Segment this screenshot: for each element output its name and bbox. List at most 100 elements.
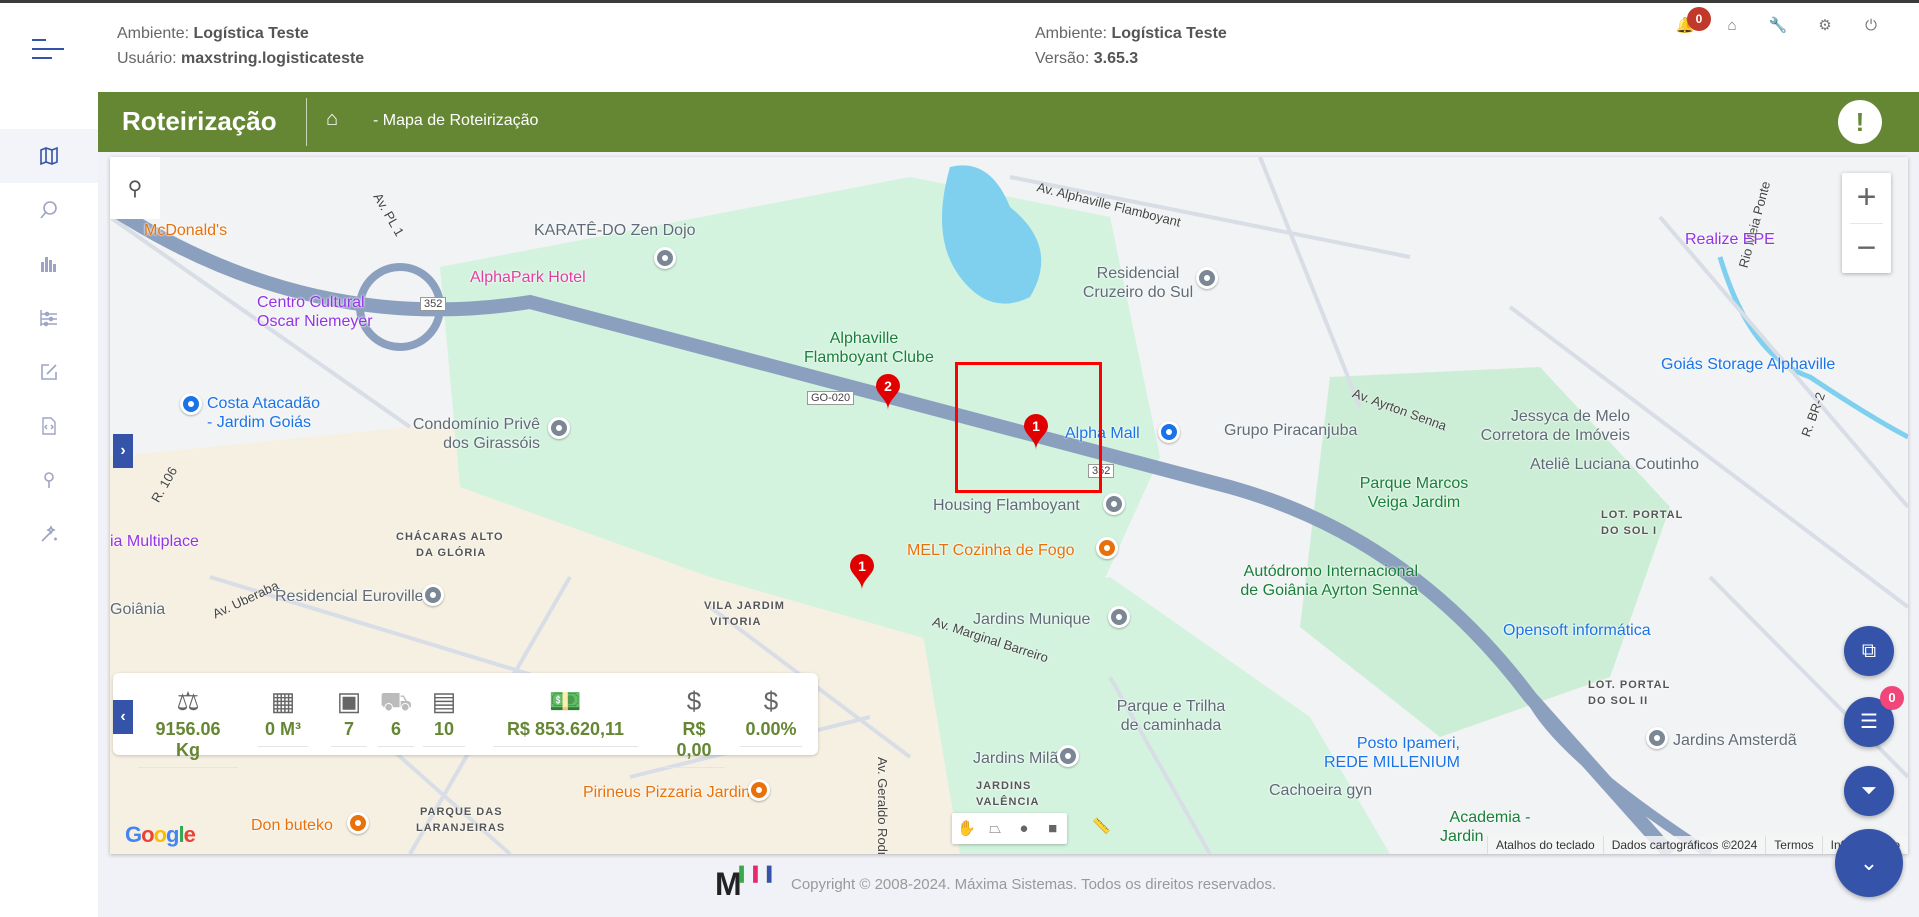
map-label[interactable]: Residencial bbox=[1078, 264, 1198, 283]
poi-icon[interactable] bbox=[347, 812, 369, 834]
map-label[interactable]: Goiânia bbox=[110, 600, 165, 619]
page-header: Roteirização ⌂ - Mapa de Roteirização ! bbox=[98, 92, 1919, 152]
sidebar-item-tools[interactable] bbox=[0, 507, 98, 561]
map-label[interactable]: de Goiânia Ayrton Senna bbox=[1208, 581, 1418, 600]
map-label[interactable]: KARATÊ-DO Zen Dojo bbox=[534, 221, 696, 240]
map-label[interactable]: Realize EPE bbox=[1685, 230, 1775, 249]
route-marker[interactable]: 1 bbox=[1023, 414, 1049, 450]
poi-icon[interactable] bbox=[548, 417, 570, 439]
map-label[interactable]: ia Multiplace bbox=[110, 532, 199, 551]
menu-toggle-icon[interactable] bbox=[32, 39, 64, 66]
route-marker[interactable]: 1 bbox=[849, 554, 875, 590]
terms-link[interactable]: Termos bbox=[1765, 836, 1821, 854]
cubes-icon: ▦ bbox=[270, 686, 296, 716]
poi-icon[interactable] bbox=[1057, 745, 1079, 767]
route-marker[interactable]: 2 bbox=[875, 374, 901, 410]
map-label[interactable]: McDonald's bbox=[144, 221, 227, 240]
map-label[interactable]: Housing Flamboyant bbox=[933, 496, 1080, 515]
map-label[interactable]: Centro Cultural bbox=[257, 293, 365, 312]
map-label[interactable]: Pirineus Pizzaria Jardins bbox=[583, 783, 758, 802]
map-label[interactable]: Oscar Niemeyer bbox=[257, 312, 373, 331]
gear-icon[interactable]: ⚙ bbox=[1814, 15, 1836, 37]
circle-icon[interactable]: ● bbox=[1010, 813, 1039, 844]
map-label[interactable]: Alphaville bbox=[804, 329, 924, 348]
logout-icon[interactable]: ⏻ bbox=[1860, 15, 1882, 37]
map-label: VITORIA bbox=[710, 616, 762, 628]
poi-icon[interactable] bbox=[1096, 537, 1118, 559]
map-label[interactable]: Goiás Storage Alphaville bbox=[1661, 355, 1835, 374]
map-label[interactable]: Parque Marcos bbox=[1354, 474, 1474, 493]
zoom-out-button[interactable]: − bbox=[1842, 224, 1891, 274]
zoom-in-button[interactable]: + bbox=[1842, 173, 1891, 223]
map-label[interactable]: Autódromo Internacional bbox=[1218, 562, 1418, 581]
poi-icon[interactable] bbox=[1158, 421, 1180, 443]
map-label[interactable]: Don buteko bbox=[251, 816, 333, 835]
stat-percent: $0.00% bbox=[740, 683, 802, 747]
map-label[interactable]: Parque e Trilha bbox=[1110, 697, 1232, 716]
map-label[interactable]: Condomínio Privê bbox=[400, 415, 540, 434]
poi-icon[interactable] bbox=[1103, 493, 1125, 515]
sidebar-item-code[interactable] bbox=[0, 399, 98, 453]
stat-value: 6 bbox=[378, 719, 414, 747]
version-value: 3.65.3 bbox=[1093, 50, 1139, 67]
list-badge: 0 bbox=[1880, 686, 1904, 710]
map-label[interactable]: Posto Ipameri, bbox=[1310, 734, 1460, 753]
map-label[interactable]: REDE MILLENIUM bbox=[1310, 753, 1460, 772]
stat-weight: ⚖ 9156.06 Kg bbox=[138, 683, 238, 768]
map-label[interactable]: - Jardim Goiás bbox=[207, 413, 311, 432]
map-label[interactable]: Jessyca de Melo bbox=[1490, 407, 1630, 426]
hand-icon[interactable]: ✋ bbox=[952, 813, 981, 844]
coin-percent-icon: $ bbox=[763, 686, 779, 716]
sidebar-item-search[interactable] bbox=[0, 183, 98, 237]
sidebar-item-edit[interactable] bbox=[0, 345, 98, 399]
map-label[interactable]: Opensoft informática bbox=[1503, 621, 1651, 640]
map-label[interactable]: Veiga Jardim bbox=[1354, 493, 1474, 512]
home-icon[interactable]: ⌂ bbox=[326, 108, 338, 131]
home-icon[interactable]: ⌂ bbox=[1721, 15, 1743, 37]
map-label[interactable]: Costa Atacadão bbox=[207, 394, 320, 413]
box-icon: ▣ bbox=[336, 686, 362, 716]
map-label[interactable]: Cruzeiro do Sul bbox=[1078, 283, 1198, 302]
poi-icon[interactable] bbox=[1196, 267, 1218, 289]
sidebar-item-location[interactable] bbox=[0, 453, 98, 507]
rectangle-icon[interactable]: ■ bbox=[1038, 813, 1067, 844]
map-label[interactable]: Jardins Munique bbox=[973, 610, 1090, 629]
truck-icon: ⛟ bbox=[379, 686, 413, 716]
collapse-stats-button[interactable]: ‹ bbox=[113, 700, 133, 734]
wrench-icon[interactable]: 🔧 bbox=[1767, 15, 1789, 37]
map-label[interactable]: Grupo Piracanjuba bbox=[1224, 421, 1357, 440]
alert-button[interactable]: ! bbox=[1838, 100, 1882, 144]
environment-value: Logística Teste bbox=[1111, 25, 1227, 42]
sidebar-item-settings[interactable] bbox=[0, 291, 98, 345]
map-label[interactable]: Jardins Amsterdã bbox=[1673, 731, 1797, 750]
select-area-button[interactable]: ⧉ bbox=[1844, 626, 1894, 676]
sidebar-item-reports[interactable] bbox=[0, 237, 98, 291]
map-label[interactable]: Residencial Euroville II bbox=[275, 587, 437, 606]
map-label[interactable]: dos Girassóis bbox=[400, 434, 540, 453]
filter-button[interactable]: ⏷ bbox=[1844, 766, 1894, 816]
expand-panel-button[interactable]: › bbox=[113, 434, 133, 468]
ruler-icon[interactable]: 📏 bbox=[1092, 817, 1118, 841]
collapse-menu-button[interactable]: ⌄ bbox=[1835, 829, 1903, 897]
pin-icon bbox=[44, 472, 54, 488]
poi-icon[interactable] bbox=[422, 584, 444, 606]
map-search-button[interactable]: ⚲ bbox=[110, 157, 160, 219]
map-label[interactable]: Jardins Milão bbox=[973, 749, 1067, 768]
map-label[interactable]: AlphaPark Hotel bbox=[470, 268, 586, 287]
poi-icon[interactable] bbox=[1646, 727, 1668, 749]
poi-icon[interactable] bbox=[654, 247, 676, 269]
polygon-icon[interactable]: ⏢ bbox=[981, 813, 1010, 844]
map-label[interactable]: Flamboyant Clube bbox=[804, 348, 934, 367]
poi-icon[interactable] bbox=[1108, 606, 1130, 628]
route-map[interactable]: ⚲ Av. Alphaville Flamboyant Av. Ayrton S… bbox=[110, 157, 1908, 854]
sidebar-item-map[interactable] bbox=[0, 129, 98, 183]
map-label[interactable]: MELT Cozinha de Fogo bbox=[907, 541, 1075, 560]
map-label[interactable]: Corretora de Imóveis bbox=[1450, 426, 1630, 445]
map-label[interactable]: de caminhada bbox=[1110, 716, 1232, 735]
map-label[interactable]: Cachoeira gyn bbox=[1269, 781, 1372, 800]
keyboard-shortcuts-link[interactable]: Atalhos do teclado bbox=[1486, 836, 1603, 854]
map-label[interactable]: Ateliê Luciana Coutinho bbox=[1530, 455, 1699, 474]
map-label[interactable]: Academia - bbox=[1440, 808, 1540, 827]
poi-icon[interactable] bbox=[748, 779, 770, 801]
poi-icon[interactable] bbox=[180, 393, 202, 415]
